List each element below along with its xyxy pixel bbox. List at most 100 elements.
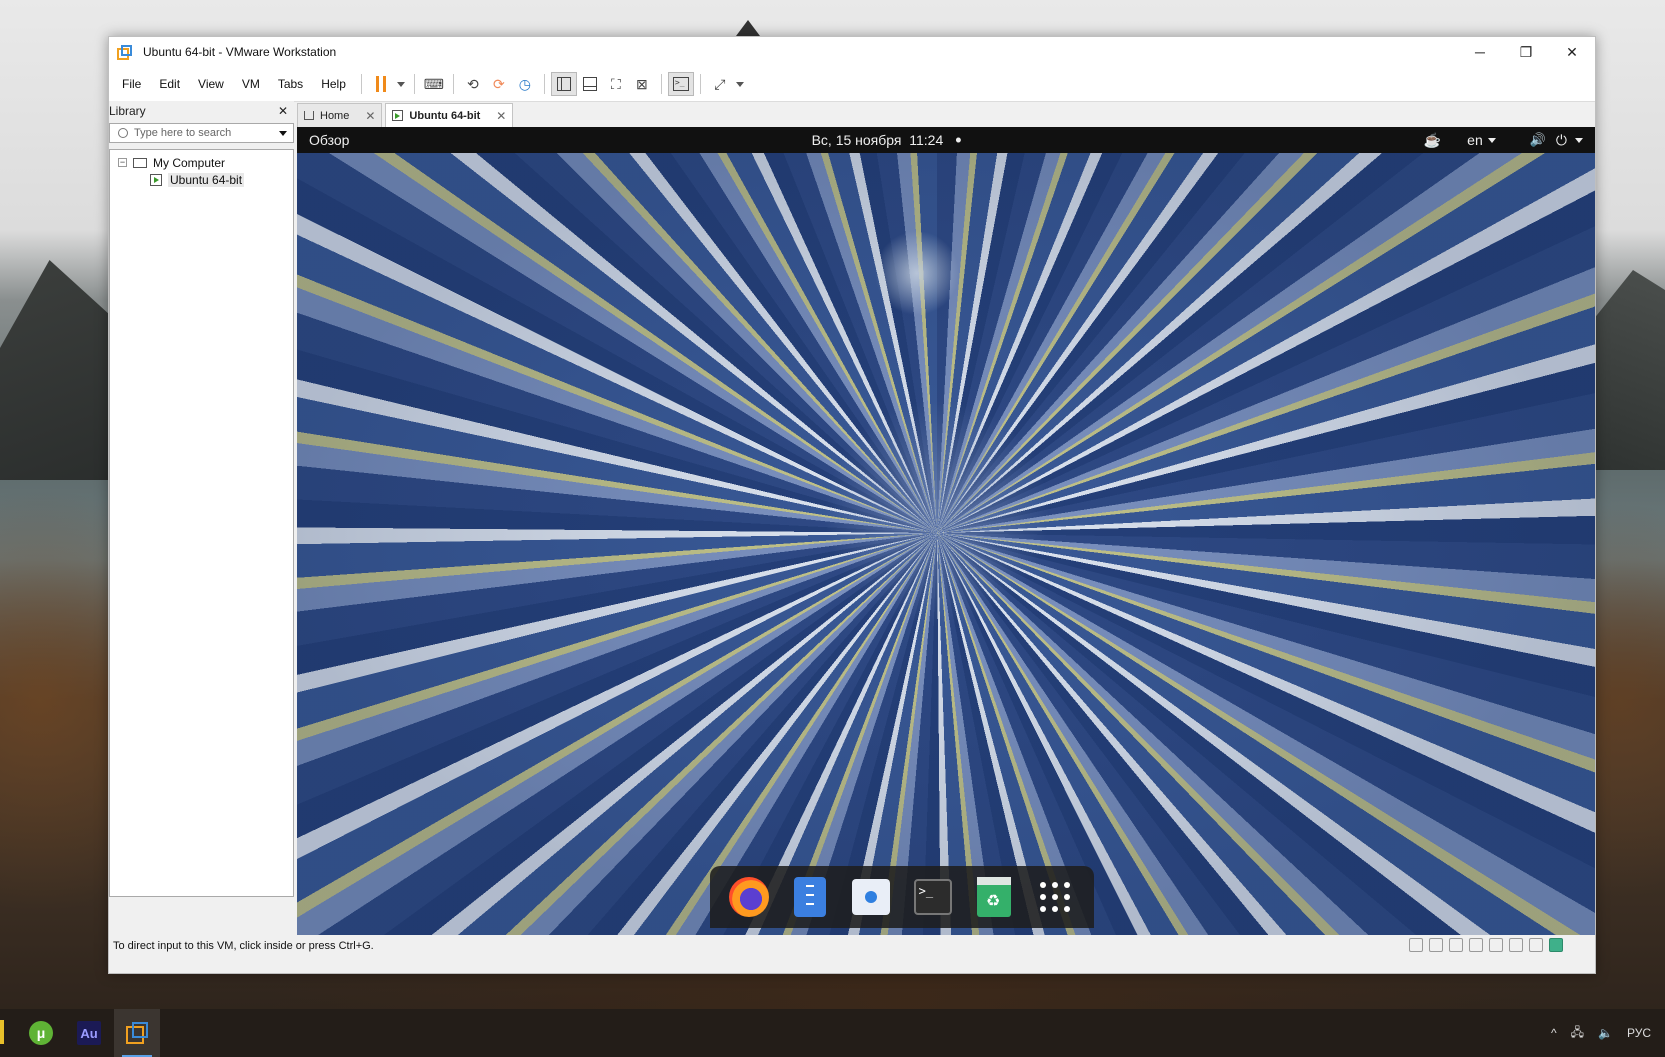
pause-icon — [375, 76, 386, 92]
cd-drive-2-icon[interactable] — [1449, 938, 1463, 952]
tree-label-ubuntu: Ubuntu 64-bit — [168, 172, 245, 187]
status-bar: To direct input to this VM, click inside… — [109, 935, 1595, 957]
toolbar-separator — [543, 74, 545, 94]
vmware-app-icon — [117, 45, 132, 60]
snapshot-button[interactable]: ⟲ — [460, 72, 486, 96]
power-dropdown-button[interactable] — [394, 72, 408, 96]
tree-item-ubuntu-vm[interactable]: Ubuntu 64-bit — [110, 171, 293, 188]
stretch-icon: ⤢ — [714, 75, 726, 92]
search-icon — [118, 128, 128, 138]
menu-toolbar: File Edit View VM Tabs Help ⌨ ⟲ ⟳ ◷ ⛶ ⊠ … — [109, 67, 1595, 102]
notification-dot-icon: • — [955, 129, 962, 150]
tree-label-my-computer: My Computer — [153, 155, 226, 170]
firefox-icon[interactable] — [727, 875, 771, 919]
menu-edit[interactable]: Edit — [150, 77, 189, 91]
show-thumbnail-bar-button[interactable] — [577, 72, 603, 96]
toolbar-separator — [699, 74, 701, 94]
library-close-button[interactable]: ✕ — [278, 104, 288, 118]
vm-console[interactable]: Обзор Вс, 15 ноября 11:24 • ☕ en 🔊 ⏻ >_ — [297, 127, 1595, 935]
chevron-down-icon — [1487, 137, 1496, 143]
revert-snapshot-button[interactable]: ⟳ — [486, 72, 512, 96]
menu-view[interactable]: View — [189, 77, 233, 91]
menu-tabs[interactable]: Tabs — [269, 77, 312, 91]
taskbar-utorrent[interactable]: μ — [18, 1009, 64, 1057]
send-ctrl-alt-del-button[interactable]: ⌨ — [421, 72, 447, 96]
console-icon: >_ — [672, 77, 689, 91]
power-icon[interactable]: ⏻ — [1556, 132, 1567, 149]
console-view-button[interactable]: >_ — [667, 72, 694, 96]
restore-button[interactable]: ❐ — [1503, 37, 1549, 67]
stretch-guest-button[interactable]: ⤢ — [707, 72, 733, 96]
vm-icon — [150, 173, 162, 186]
tab-home-label: Home — [320, 109, 350, 122]
pause-button[interactable] — [368, 72, 394, 96]
message-log-icon[interactable] — [1549, 938, 1563, 952]
snapshot-icon: ⟲ — [467, 75, 479, 92]
taskbar-vmware[interactable] — [114, 1009, 160, 1057]
library-title: Library — [109, 104, 146, 118]
vm-icon — [392, 110, 404, 121]
floppy-icon[interactable] — [1469, 938, 1483, 952]
mountain-right — [1585, 270, 1665, 470]
software-store-icon[interactable] — [849, 875, 893, 919]
vmware-window: Ubuntu 64-bit - VMware Workstation ─ ❐ ✕… — [108, 36, 1596, 974]
tab-ubuntu[interactable]: Ubuntu 64-bit ✕ — [385, 103, 514, 127]
toolbar-separator — [360, 74, 362, 94]
windows-taskbar: μ Au ^ 🖧 🔈 РУС — [0, 1009, 1665, 1057]
stretch-dropdown-button[interactable] — [733, 72, 747, 96]
tree-item-my-computer[interactable]: − My Computer — [110, 154, 293, 171]
hard-disk-icon[interactable] — [1409, 938, 1423, 952]
collapse-toggle[interactable]: − — [118, 158, 127, 167]
taskbar-audition[interactable]: Au — [66, 1009, 112, 1057]
title-bar[interactable]: Ubuntu 64-bit - VMware Workstation ─ ❐ ✕ — [109, 37, 1595, 67]
files-icon[interactable] — [788, 875, 832, 919]
printer-icon[interactable] — [1509, 938, 1523, 952]
chevron-down-icon[interactable] — [279, 130, 287, 136]
sound-card-icon[interactable] — [1529, 938, 1543, 952]
gnome-top-bar: Обзор Вс, 15 ноября 11:24 • ☕ en 🔊 ⏻ — [297, 127, 1595, 153]
library-search-field[interactable]: Type here to search — [109, 123, 294, 143]
full-screen-button[interactable]: ⛶ — [603, 72, 629, 96]
language-indicator[interactable]: en — [1467, 132, 1496, 148]
unity-button[interactable]: ⊠ — [629, 72, 655, 96]
trash-icon[interactable] — [972, 875, 1016, 919]
network-icon[interactable]: 🖧 — [1571, 1023, 1584, 1044]
volume-icon[interactable]: 🔊 — [1530, 132, 1546, 148]
accessibility-icon[interactable]: ☕ — [1424, 132, 1441, 149]
clock[interactable]: Вс, 15 ноября 11:24 — [812, 132, 944, 148]
mountain-peak — [736, 20, 760, 36]
unity-icon: ⊠ — [636, 75, 648, 92]
menu-vm[interactable]: VM — [233, 77, 269, 91]
tab-home[interactable]: Home ✕ — [297, 103, 383, 127]
network-adapter-icon[interactable] — [1489, 938, 1503, 952]
show-library-button[interactable] — [550, 72, 577, 96]
language-label: en — [1467, 132, 1483, 148]
computer-icon — [133, 157, 147, 168]
activities-button[interactable]: Обзор — [309, 132, 349, 148]
snapshot-manager-button[interactable]: ◷ — [512, 72, 538, 96]
minimize-button[interactable]: ─ — [1457, 37, 1503, 67]
revert-icon: ⟳ — [493, 75, 505, 92]
toolbar-separator — [452, 74, 454, 94]
menu-help[interactable]: Help — [312, 77, 355, 91]
close-window-button[interactable]: ✕ — [1549, 37, 1595, 67]
library-layout-icon — [556, 77, 571, 91]
show-apps-icon[interactable] — [1033, 875, 1077, 919]
tray-chevron-icon[interactable]: ^ — [1551, 1026, 1557, 1040]
tab-home-close-icon[interactable]: ✕ — [365, 109, 375, 123]
home-icon — [304, 111, 314, 120]
tab-ubuntu-close-icon[interactable]: ✕ — [496, 109, 506, 123]
volume-tray-icon[interactable]: 🔈 — [1598, 1026, 1613, 1040]
fullscreen-icon: ⛶ — [610, 75, 621, 92]
tab-ubuntu-label: Ubuntu 64-bit — [409, 109, 481, 122]
library-search-placeholder: Type here to search — [134, 127, 232, 139]
taskbar-edge-marker — [0, 1020, 4, 1044]
system-tray: ^ 🖧 🔈 РУС — [1551, 1009, 1665, 1057]
chevron-down-icon[interactable] — [1575, 137, 1583, 143]
window-title: Ubuntu 64-bit - VMware Workstation — [143, 45, 337, 59]
input-language[interactable]: РУС — [1627, 1026, 1651, 1040]
status-hint: To direct input to this VM, click inside… — [113, 940, 374, 952]
menu-file[interactable]: File — [113, 77, 150, 91]
terminal-icon[interactable]: >_ — [911, 875, 955, 919]
cd-drive-icon[interactable] — [1429, 938, 1443, 952]
